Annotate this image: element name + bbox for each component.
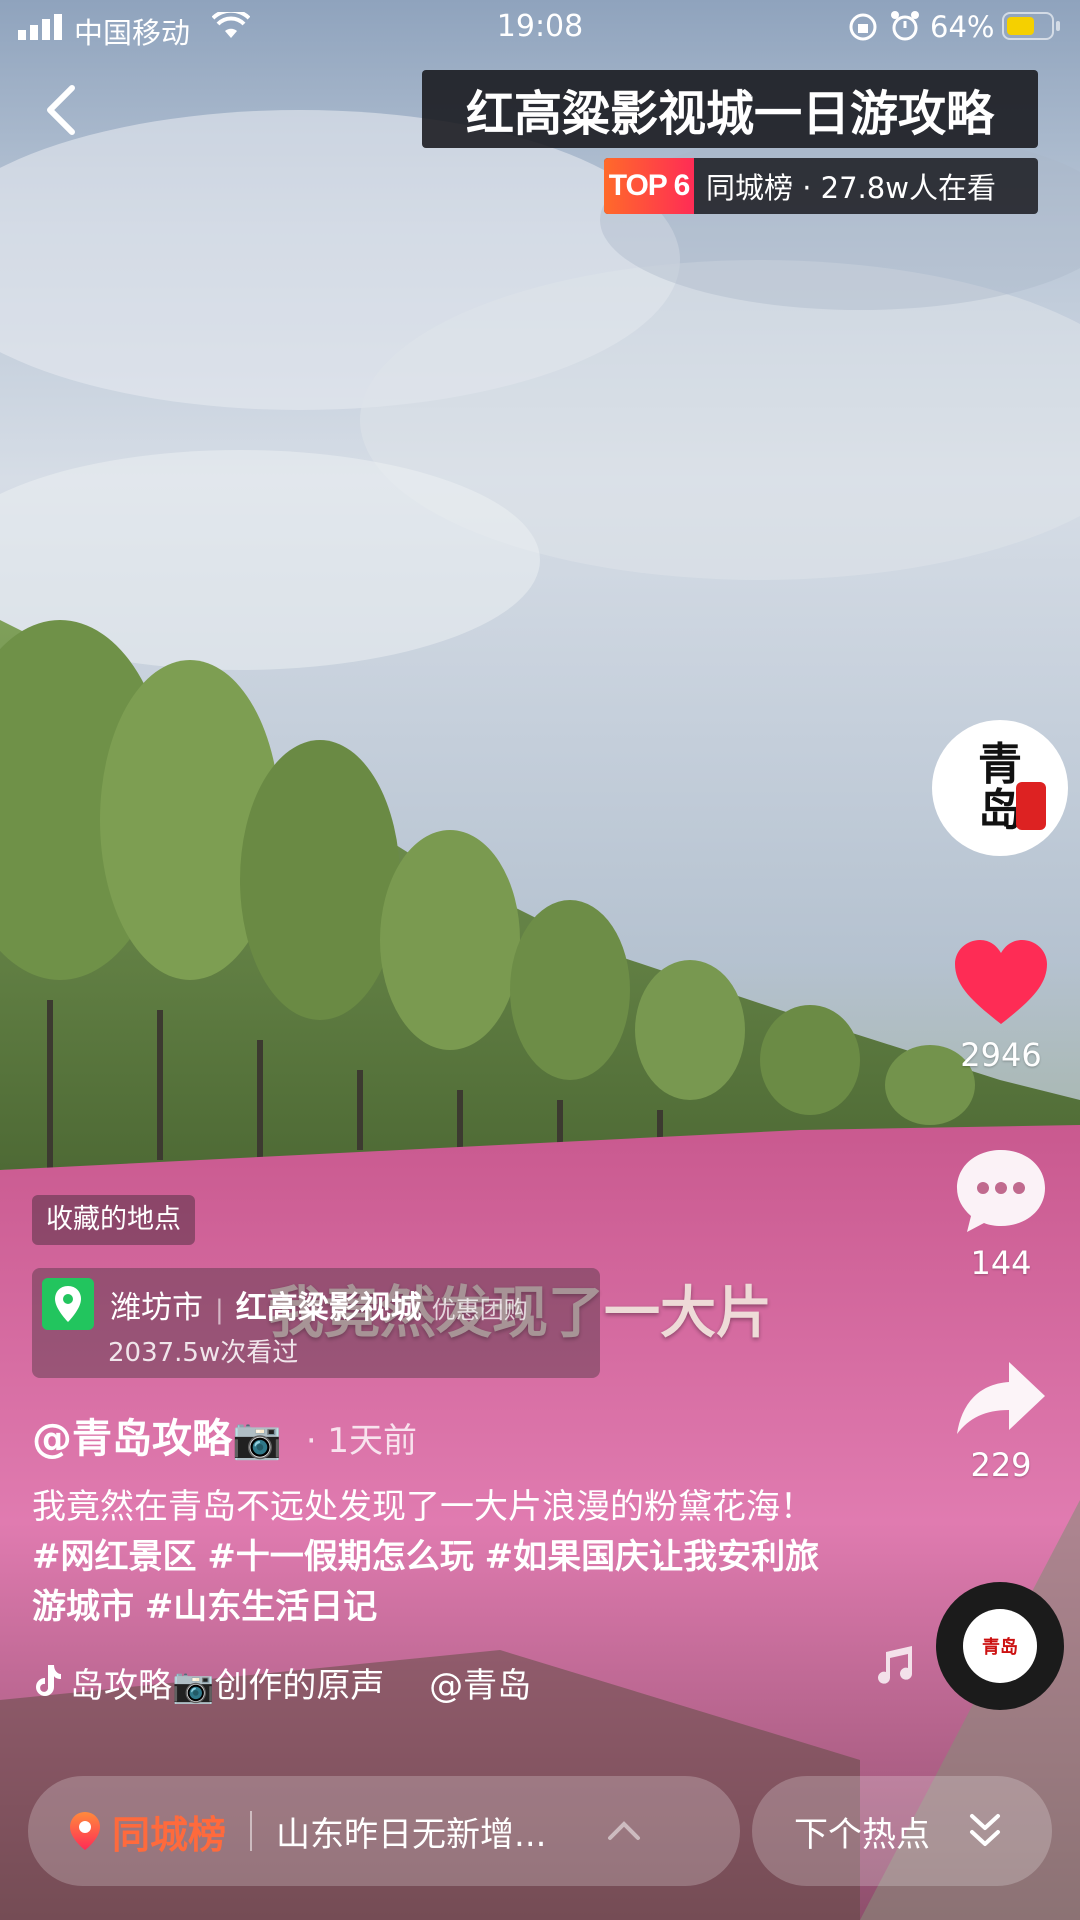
hot-news-text: 山东昨日无新增... [276, 1814, 547, 1855]
status-bar: 中国移动 19:08 64% [0, 0, 1080, 54]
chevron-up-icon[interactable] [606, 1820, 642, 1842]
author-avatar[interactable]: 青岛 [932, 720, 1068, 856]
battery-icon [1002, 12, 1060, 40]
post-time: · 1天前 [305, 1421, 418, 1461]
favorite-place-tag[interactable]: 收藏的地点 [32, 1195, 195, 1245]
double-chevron-down-icon [970, 1814, 1000, 1846]
rotation-lock-icon [849, 13, 877, 41]
author-name[interactable]: @青岛攻略📷 [32, 1416, 282, 1462]
video-description: 我竟然在青岛不远处发现了一大片浪漫的粉黛花海！#网红景区 #十一假期怎么玩 #如… [32, 1482, 822, 1632]
rank-info[interactable]: TOP 6 同城榜 · 27.8w人在看 [604, 158, 1038, 214]
tiktok-note-icon [36, 1665, 61, 1696]
back-arrow-icon[interactable] [38, 80, 86, 140]
comment-button[interactable]: 144 [940, 1148, 1062, 1282]
comment-count: 144 [970, 1244, 1032, 1282]
hashtag[interactable]: #十一假期怎么玩 [207, 1537, 474, 1577]
share-arrow-icon [957, 1362, 1045, 1434]
comment-icon [957, 1150, 1045, 1232]
music-note-icon [878, 1646, 912, 1684]
like-button[interactable]: 2946 [940, 940, 1062, 1074]
like-count: 2946 [960, 1036, 1042, 1074]
next-hotspot-button[interactable]: 下个热点 [752, 1776, 1052, 1886]
local-hot-list-bar[interactable]: 同城榜 山东昨日无新增... [28, 1776, 740, 1886]
next-hotspot-label: 下个热点 [794, 1814, 930, 1855]
author-name-row[interactable]: @青岛攻略📷 · 1天前 [32, 1406, 417, 1464]
music-title: 岛攻略📷创作的原声 @青岛 [70, 1666, 532, 1706]
poi-deal: 优惠团购 [431, 1296, 528, 1324]
hot-topic-title[interactable]: 红高粱影视城一日游攻略 [422, 70, 1038, 148]
music-disc[interactable]: 青岛 [936, 1582, 1064, 1710]
hot-list-pin-icon [70, 1812, 100, 1850]
hot-topic-title-text: 红高粱影视城一日游攻略 [465, 86, 994, 142]
hashtag[interactable]: #山东生活日记 [145, 1587, 378, 1627]
location-pin-icon [42, 1278, 94, 1330]
description-text: 我竟然在青岛不远处发现了一大片浪漫的粉黛花海！ [32, 1487, 814, 1527]
poi-views: 2037.5w次看过 [108, 1338, 299, 1368]
heart-icon [955, 940, 1047, 1024]
music-disc-cover-icon: 青岛 [963, 1609, 1037, 1683]
poi-name: 红高粱影视城 [235, 1290, 422, 1326]
share-count: 229 [970, 1446, 1032, 1484]
poi-card[interactable]: 潍坊市 | 红高粱影视城 优惠团购 2037.5w次看过 [32, 1268, 600, 1378]
poi-city: 潍坊市 [110, 1290, 203, 1326]
share-button[interactable]: 229 [940, 1360, 1062, 1484]
hashtag[interactable]: #网红景区 [32, 1537, 197, 1577]
rank-text: 同城榜 · 27.8w人在看 [706, 171, 996, 205]
seal-icon [1016, 782, 1046, 830]
video-background[interactable] [0, 0, 1080, 1920]
rank-badge: TOP 6 [604, 158, 694, 214]
scene-illustration [0, 110, 1080, 1920]
hot-list-label: 同城榜 [112, 1812, 227, 1857]
battery-percent: 64% [930, 10, 995, 44]
divider [250, 1811, 253, 1851]
poi-title: 潍坊市 | 红高粱影视城 优惠团购 [110, 1290, 528, 1326]
alarm-icon [891, 11, 919, 41]
music-row[interactable]: 岛攻略📷创作的原声 @青岛 [32, 1658, 572, 1707]
